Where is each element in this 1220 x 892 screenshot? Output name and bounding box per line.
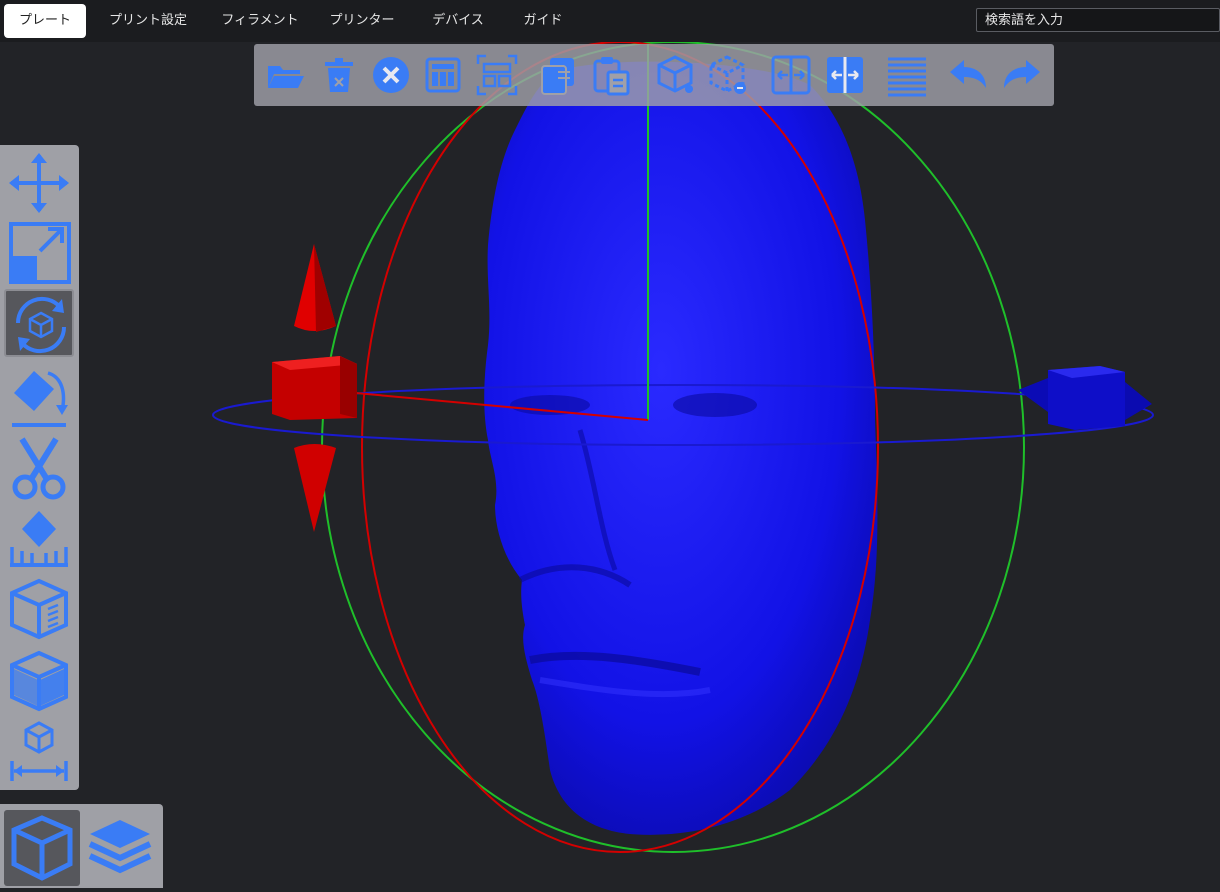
undo-icon[interactable] (946, 52, 992, 98)
3d-viewport[interactable] (0, 41, 1220, 888)
color-paint-icon[interactable] (4, 647, 74, 715)
place-on-face-icon[interactable] (4, 363, 74, 431)
support-paint-icon[interactable] (4, 503, 74, 571)
redo-icon[interactable] (998, 52, 1044, 98)
scale-icon[interactable] (4, 219, 74, 287)
delete-icon[interactable] (316, 52, 362, 98)
left-toolbar (0, 145, 79, 790)
layers-editor-icon[interactable] (884, 52, 930, 98)
delete-all-icon[interactable] (368, 52, 414, 98)
tab-plate[interactable]: プレート (4, 4, 86, 38)
layer-view-icon[interactable] (82, 810, 158, 886)
search-input[interactable] (976, 8, 1220, 32)
scene (212, 41, 1154, 853)
measure-icon[interactable] (4, 719, 74, 787)
tab-filament[interactable]: フィラメント (214, 4, 306, 38)
head-model[interactable] (484, 61, 878, 835)
split-parts-icon[interactable] (822, 52, 868, 98)
view-tabs (0, 804, 163, 888)
menu-bar: プレート プリント設定 フィラメント プリンター デバイス ガイド (0, 0, 1220, 42)
tab-print-settings[interactable]: プリント設定 (102, 4, 194, 38)
tab-device[interactable]: デバイス (424, 4, 492, 38)
rotate-handle-red[interactable] (272, 244, 357, 532)
arrange-icon[interactable] (420, 52, 466, 98)
arrange-selection-icon[interactable] (474, 52, 520, 98)
split-objects-icon[interactable] (768, 52, 814, 98)
open-folder-icon[interactable] (262, 52, 308, 98)
copy-icon[interactable] (536, 52, 582, 98)
top-toolbar (254, 44, 1054, 106)
tab-guide[interactable]: ガイド (514, 4, 572, 38)
move-icon[interactable] (4, 149, 74, 217)
delete-part-icon[interactable] (704, 52, 750, 98)
tab-printer[interactable]: プリンター (322, 4, 402, 38)
add-part-icon[interactable] (652, 52, 698, 98)
3d-view-icon[interactable] (4, 810, 80, 886)
paste-icon[interactable] (588, 52, 634, 98)
rotate-handle-blue[interactable] (1018, 366, 1152, 430)
seam-paint-icon[interactable] (4, 575, 74, 643)
rotate-icon[interactable] (4, 289, 74, 357)
cut-icon[interactable] (4, 433, 74, 501)
